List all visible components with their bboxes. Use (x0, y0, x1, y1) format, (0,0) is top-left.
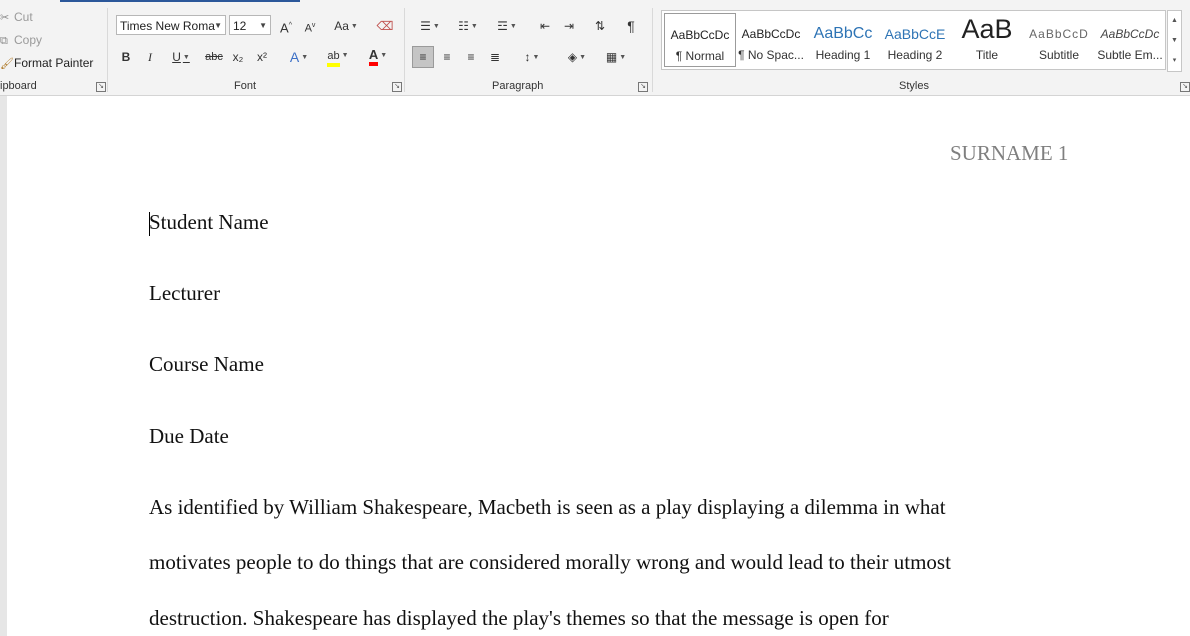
increase-indent-button[interactable]: ⇥ (560, 17, 578, 35)
chevron-down-icon: ▼ (619, 53, 627, 61)
style-subtitle[interactable]: AaBbCcD Subtitle (1023, 11, 1095, 67)
font-size-combo[interactable]: 12 ▼ (229, 15, 271, 35)
text-cursor (149, 212, 150, 236)
copy-icon: ⧉ (0, 35, 8, 47)
underline-button[interactable]: U ▼ (166, 48, 196, 66)
align-left-button[interactable]: ≡ (412, 46, 434, 68)
style-subtle-emphasis[interactable]: AaBbCcDc Subtle Em... (1094, 11, 1166, 67)
grow-font-button[interactable]: A^ (278, 17, 294, 35)
bullet-list-icon: ☰ (420, 19, 431, 33)
clipboard-dialog-launcher[interactable]: ↘ (96, 82, 106, 92)
shrink-font-button[interactable]: Av (302, 17, 318, 35)
outdent-icon: ⇤ (539, 19, 551, 33)
style-no-spacing[interactable]: AaBbCcDc ¶ No Spac... (735, 11, 807, 67)
justify-icon: ≣ (489, 50, 501, 64)
clipboard-group-label: ipboard (0, 80, 37, 92)
document-line[interactable]: As identified by William Shakespeare, Ma… (149, 495, 946, 520)
divider (107, 8, 108, 92)
page-margin-edge (0, 96, 7, 636)
paragraph-group-label: Paragraph (492, 80, 544, 92)
numbered-list-icon: ☷ (458, 19, 469, 33)
show-formatting-marks-button[interactable]: ¶ (622, 17, 640, 35)
document-line[interactable]: Lecturer (149, 281, 220, 306)
document-line[interactable]: destruction. Shakespeare has displayed t… (149, 606, 889, 631)
scroll-down-icon[interactable]: ▼ (1168, 31, 1181, 51)
text-effects-button[interactable]: A ▼ (283, 48, 315, 66)
chevron-down-icon: ▼ (182, 53, 190, 61)
paintbrush-icon: 🖌 (0, 58, 14, 70)
divider (404, 8, 405, 92)
divider (652, 8, 653, 92)
line-spacing-button[interactable]: ↕ ▼ (516, 48, 548, 66)
numbering-button[interactable]: ☷ ▼ (452, 17, 484, 35)
bullets-button[interactable]: ☰ ▼ (414, 17, 446, 35)
bold-button[interactable]: B (118, 48, 134, 66)
highlight-color-button[interactable]: ab ▼ (320, 46, 356, 67)
styles-dialog-launcher[interactable]: ↘ (1180, 82, 1190, 92)
document-line[interactable]: Due Date (149, 424, 229, 449)
font-group-label: Font (234, 80, 257, 92)
chevron-down-icon: ▼ (380, 51, 388, 59)
change-case-button[interactable]: Aa ▼ (330, 17, 362, 35)
align-center-button[interactable]: ≡ (438, 48, 456, 66)
chevron-down-icon: ▼ (532, 53, 540, 61)
subscript-button[interactable]: x₂ (229, 48, 247, 66)
align-right-button[interactable]: ≡ (462, 48, 480, 66)
multilevel-list-button[interactable]: ☲ ▼ (491, 17, 523, 35)
page-header[interactable]: SURNAME 1 (950, 141, 1068, 166)
justify-button[interactable]: ≣ (486, 48, 504, 66)
align-right-icon: ≡ (467, 50, 475, 64)
scroll-up-icon[interactable]: ▲ (1168, 11, 1181, 31)
borders-button[interactable]: ▦ ▼ (600, 48, 632, 66)
font-dialog-launcher[interactable]: ↘ (392, 82, 402, 92)
align-left-icon: ≡ (419, 50, 427, 64)
styles-gallery-scroll: ▲ ▼ ▾ (1167, 10, 1182, 72)
cut-button[interactable]: ✂ Cut (0, 10, 33, 24)
ribbon: ✂ Cut ⧉ Copy 🖌Format Painter ipboard ↘ Tim… (0, 2, 1190, 96)
document-line[interactable]: motivates people to do things that are c… (149, 550, 951, 575)
sort-button[interactable]: ⇅ (591, 17, 609, 35)
paint-bucket-icon: ◈ (567, 50, 578, 64)
style-heading-1[interactable]: AaBbCc Heading 1 (807, 11, 879, 67)
gallery-more-icon[interactable]: ▾ (1168, 51, 1181, 71)
style-normal[interactable]: AaBbCcDc ¶ Normal (664, 13, 736, 67)
font-color-button[interactable]: A ▼ (360, 46, 396, 66)
chevron-down-icon: ▼ (214, 21, 222, 30)
align-center-icon: ≡ (443, 50, 451, 64)
multilevel-list-icon: ☲ (497, 19, 508, 33)
styles-gallery: AaBbCcDc ¶ Normal AaBbCcDc ¶ No Spac... … (661, 10, 1166, 70)
document-line[interactable]: Student Name (149, 210, 269, 235)
chevron-down-icon: ▼ (579, 53, 587, 61)
decrease-indent-button[interactable]: ⇤ (536, 17, 554, 35)
format-painter-button[interactable]: 🖌Format Painter (0, 56, 93, 70)
clear-formatting-icon[interactable]: ⌫ (376, 17, 394, 35)
sort-icon: ⇅ (594, 19, 606, 33)
document-line[interactable]: Course Name (149, 352, 264, 377)
chevron-down-icon: ▼ (432, 22, 440, 30)
superscript-button[interactable]: x² (253, 48, 271, 66)
borders-icon: ▦ (605, 50, 618, 64)
chevron-down-icon: ▼ (350, 22, 358, 30)
style-heading-2[interactable]: AaBbCcE Heading 2 (879, 11, 951, 67)
copy-button[interactable]: ⧉ Copy (0, 33, 42, 48)
chevron-down-icon: ▼ (470, 22, 478, 30)
italic-button[interactable]: I (142, 48, 158, 66)
indent-icon: ⇥ (563, 19, 575, 33)
line-spacing-icon: ↕ (524, 50, 531, 64)
shading-button[interactable]: ◈ ▼ (561, 48, 593, 66)
chevron-down-icon: ▼ (509, 22, 517, 30)
scissors-icon: ✂ (0, 12, 10, 24)
paragraph-dialog-launcher[interactable]: ↘ (638, 82, 648, 92)
styles-group-label: Styles (899, 80, 929, 92)
chevron-down-icon: ▼ (259, 21, 267, 30)
font-name-combo[interactable]: Times New Roma ▼ (116, 15, 226, 35)
style-title[interactable]: AaB Title (951, 11, 1023, 67)
chevron-down-icon: ▼ (341, 51, 349, 59)
chevron-down-icon: ▼ (301, 54, 309, 62)
strikethrough-button[interactable]: abc (203, 48, 225, 66)
